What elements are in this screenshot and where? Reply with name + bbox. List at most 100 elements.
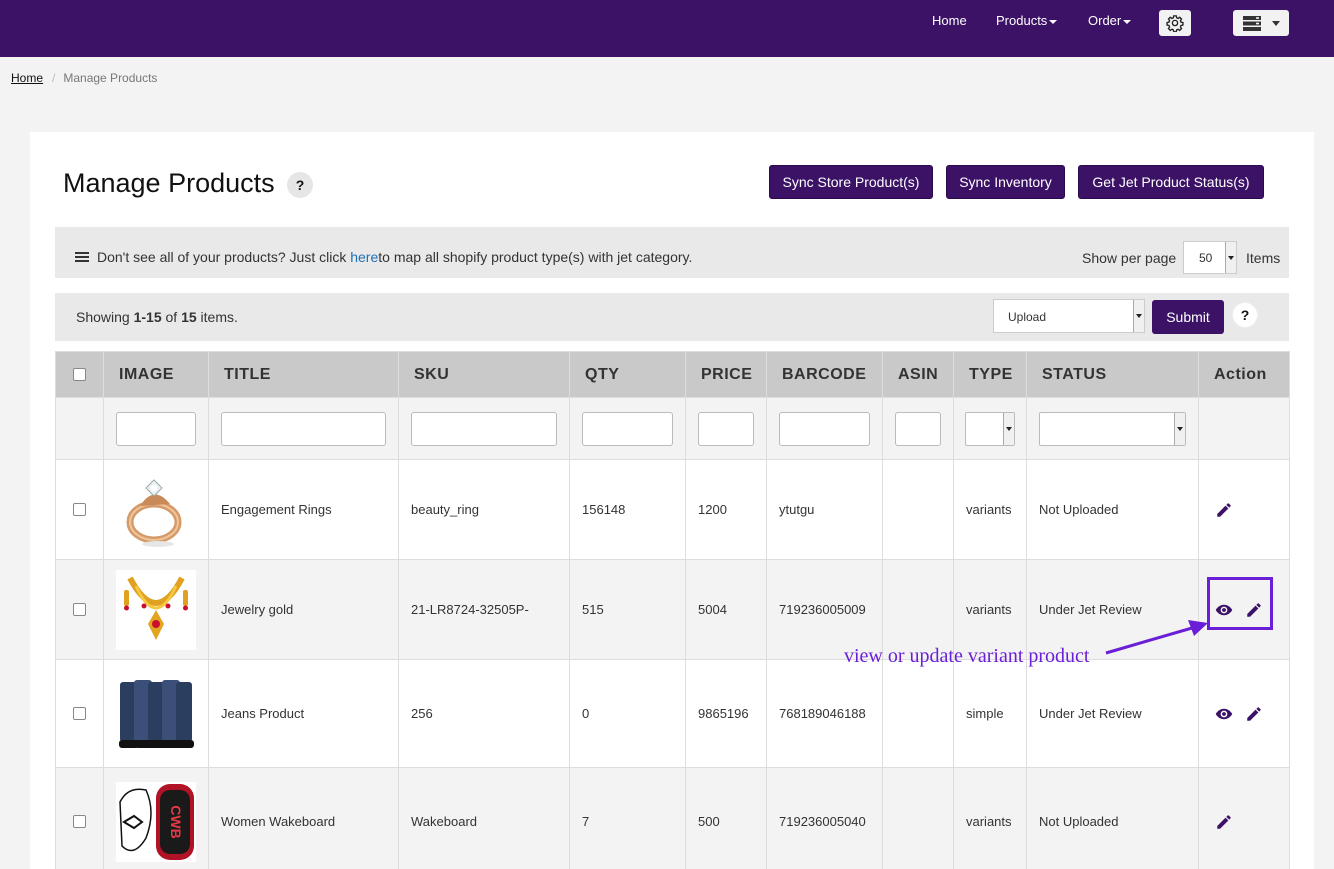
select-all-checkbox[interactable] xyxy=(73,368,86,381)
account-menu-button[interactable] xyxy=(1233,10,1289,36)
col-header-qty[interactable]: QTY xyxy=(569,351,686,398)
question-icon: ? xyxy=(295,177,305,193)
table-row: Engagement Rings beauty_ring 156148 1200… xyxy=(55,459,1290,560)
info-text-before: Don't see all of your products? Just cli… xyxy=(97,249,347,265)
nav-order-label: Order xyxy=(1088,13,1122,28)
row-select-cell xyxy=(55,767,104,869)
action-cell xyxy=(1198,767,1290,869)
qty-filter-input[interactable] xyxy=(582,411,673,446)
per-page-select[interactable]: 50 xyxy=(1183,241,1237,274)
status-cell: Not Uploaded xyxy=(1026,767,1199,869)
filter-cell xyxy=(103,397,209,460)
annotation-arrow-icon xyxy=(1105,620,1208,655)
col-header-image[interactable]: IMAGE xyxy=(103,351,209,398)
help-button[interactable]: ? xyxy=(287,172,313,198)
ring-image xyxy=(116,469,196,550)
caret-down-icon xyxy=(1049,19,1058,24)
server-icon xyxy=(1242,15,1261,31)
question-icon: ? xyxy=(1240,307,1250,323)
sku-cell: 256 xyxy=(398,659,570,768)
price-cell: 9865196 xyxy=(685,659,767,768)
row-checkbox[interactable] xyxy=(73,815,86,828)
sync-inventory-button[interactable]: Sync Inventory xyxy=(946,165,1065,199)
map-category-link[interactable]: here xyxy=(350,249,378,265)
asin-filter-input[interactable] xyxy=(895,411,941,446)
type-filter-select[interactable] xyxy=(965,411,1015,446)
row-checkbox[interactable] xyxy=(73,707,86,720)
filter-cell xyxy=(55,397,104,460)
products-table: IMAGE TITLE SKU QTY PRICE BARCODE ASIN T… xyxy=(55,351,1290,869)
row-checkbox[interactable] xyxy=(73,603,86,616)
col-header-type[interactable]: TYPE xyxy=(953,351,1027,398)
pencil-icon[interactable] xyxy=(1245,705,1263,723)
nav-home-label: Home xyxy=(932,13,967,28)
barcode-cell: 768189046188 xyxy=(766,659,883,768)
summary-text: Showing 1-15 of 15 items. xyxy=(76,309,238,325)
image-cell xyxy=(103,459,209,560)
info-message: Don't see all of your products? Just cli… xyxy=(75,249,692,265)
get-jet-status-button[interactable]: Get Jet Product Status(s) xyxy=(1078,165,1264,199)
annotation-text: view or update variant product xyxy=(844,645,1090,667)
page-title: Manage Products xyxy=(63,168,275,198)
sku-cell: 21-LR8724-32505P- xyxy=(398,559,570,660)
settings-button[interactable] xyxy=(1159,10,1191,36)
col-header-action: Action xyxy=(1198,351,1290,398)
image-filter-input[interactable] xyxy=(116,411,196,446)
table-row: CWB Women Wakeboard Wakeboard 7 500 7192… xyxy=(55,767,1290,869)
submit-button[interactable]: Submit xyxy=(1152,300,1224,334)
caret-down-icon xyxy=(1271,20,1280,26)
sku-filter-input[interactable] xyxy=(411,411,557,446)
summary-range: 1-15 xyxy=(133,309,162,325)
show-per-page-label: Show per page xyxy=(1082,250,1177,266)
qty-cell: 0 xyxy=(569,659,686,768)
items-label: Items xyxy=(1246,250,1281,266)
nav-products-label: Products xyxy=(996,13,1048,28)
filter-cell xyxy=(685,397,767,460)
wakeboard-image: CWB xyxy=(116,781,196,862)
breadcrumb-separator: / xyxy=(52,71,56,85)
col-header-barcode[interactable]: BARCODE xyxy=(766,351,883,398)
status-cell: Under Jet Review xyxy=(1026,659,1199,768)
qty-cell: 156148 xyxy=(569,459,686,560)
pencil-icon[interactable] xyxy=(1215,813,1233,831)
nav-order-dropdown[interactable]: Order xyxy=(1088,13,1132,29)
summary-total: 15 xyxy=(181,309,197,325)
filter-cell xyxy=(569,397,686,460)
svg-text:CWB: CWB xyxy=(168,805,184,838)
col-header-asin[interactable]: ASIN xyxy=(882,351,954,398)
barcode-filter-input[interactable] xyxy=(779,411,870,446)
col-header-title[interactable]: TITLE xyxy=(208,351,399,398)
title-filter-input[interactable] xyxy=(221,411,386,446)
bulk-action-value: Upload xyxy=(1008,310,1047,324)
asin-cell xyxy=(882,767,954,869)
nav-home-link[interactable]: Home xyxy=(932,13,967,29)
col-header-price[interactable]: PRICE xyxy=(685,351,767,398)
price-filter-input[interactable] xyxy=(698,411,754,446)
col-header-status[interactable]: STATUS xyxy=(1026,351,1199,398)
image-cell xyxy=(103,559,209,660)
row-checkbox[interactable] xyxy=(73,503,86,516)
breadcrumb-home-link[interactable]: Home xyxy=(11,71,43,85)
title-cell: Jewelry gold xyxy=(208,559,399,660)
pencil-icon[interactable] xyxy=(1215,501,1233,519)
jeans-image xyxy=(116,673,196,754)
chevron-down-icon xyxy=(1133,300,1144,332)
nav-products-dropdown[interactable]: Products xyxy=(996,13,1058,29)
info-text-after: to map all shopify product type(s) with … xyxy=(378,249,693,265)
chevron-down-icon xyxy=(1003,412,1014,445)
bulk-action-select[interactable]: Upload xyxy=(993,299,1145,333)
sync-store-products-button[interactable]: Sync Store Product(s) xyxy=(769,165,933,199)
bulk-help-button[interactable]: ? xyxy=(1232,302,1258,328)
breadcrumb-current: Manage Products xyxy=(63,71,158,85)
image-cell xyxy=(103,659,209,768)
col-header-sku[interactable]: SKU xyxy=(398,351,570,398)
top-navbar xyxy=(0,0,1334,57)
eye-icon[interactable] xyxy=(1215,705,1233,723)
filter-cell xyxy=(398,397,570,460)
status-filter-select[interactable] xyxy=(1039,411,1186,446)
sku-cell: beauty_ring xyxy=(398,459,570,560)
action-cell xyxy=(1198,459,1290,560)
title-cell: Women Wakeboard xyxy=(208,767,399,869)
row-select-cell xyxy=(55,459,104,560)
annotation-highlight-box xyxy=(1207,577,1273,630)
